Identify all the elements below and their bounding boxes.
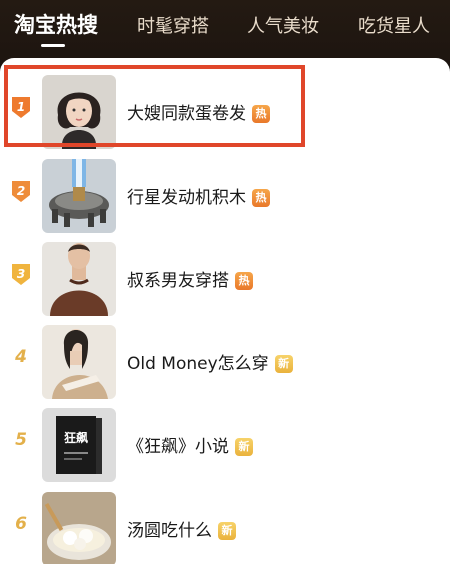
rank-badge: 2: [11, 179, 31, 203]
rocket-engine-icon: [42, 159, 116, 233]
hot-badge: 热: [252, 189, 270, 207]
hot-search-list: 1 大嫂同款蛋卷发热 2 行星发动机积木 热 3 叔系男友穿搭 热 4 Old …: [0, 58, 450, 564]
list-item[interactable]: 6 汤圆吃什么新: [0, 487, 450, 564]
list-item[interactable]: 2 行星发动机积木热: [0, 154, 450, 236]
highlight-box: [4, 65, 305, 147]
rank-number: 6: [15, 514, 27, 534]
rank-number: 4: [15, 347, 27, 367]
active-tab-indicator: [41, 44, 65, 47]
hot-search-title: Old Money怎么穿新: [127, 349, 293, 374]
tab-fashion-outfits[interactable]: 时髦穿搭: [137, 12, 209, 42]
list-item[interactable]: 5 狂飙 《狂飙》小说新: [0, 403, 450, 485]
list-item[interactable]: 3 叔系男友穿搭热: [0, 237, 450, 319]
hot-search-title: 汤圆吃什么新: [127, 516, 236, 541]
list-item[interactable]: 4 Old Money怎么穿新: [0, 320, 450, 402]
man-sweater-icon: [42, 242, 116, 316]
new-badge: 新: [274, 355, 293, 373]
rank-badge: 3: [11, 262, 31, 286]
category-tab-bar: 淘宝热搜 时髦穿搭 人气美妆 吃货星人: [0, 0, 450, 64]
hot-search-title: 叔系男友穿搭热: [127, 266, 253, 291]
rice-ball-soup-icon: [42, 492, 116, 564]
new-badge: 新: [218, 522, 236, 540]
rank-number: 5: [15, 430, 27, 450]
tab-popular-makeup[interactable]: 人气美妆: [247, 12, 319, 42]
tab-foodies[interactable]: 吃货星人: [358, 12, 430, 42]
hot-badge: 热: [235, 272, 253, 290]
fashion-model-icon: [42, 325, 116, 399]
new-badge: 新: [235, 438, 253, 456]
book-cover-title: 狂飙: [64, 430, 88, 445]
tab-taobao-hot-search[interactable]: 淘宝热搜: [14, 10, 98, 40]
hot-search-title: 《狂飙》小说新: [127, 432, 253, 457]
book-cover-icon: 狂飙: [42, 408, 116, 482]
hot-search-title: 行星发动机积木热: [127, 183, 270, 208]
